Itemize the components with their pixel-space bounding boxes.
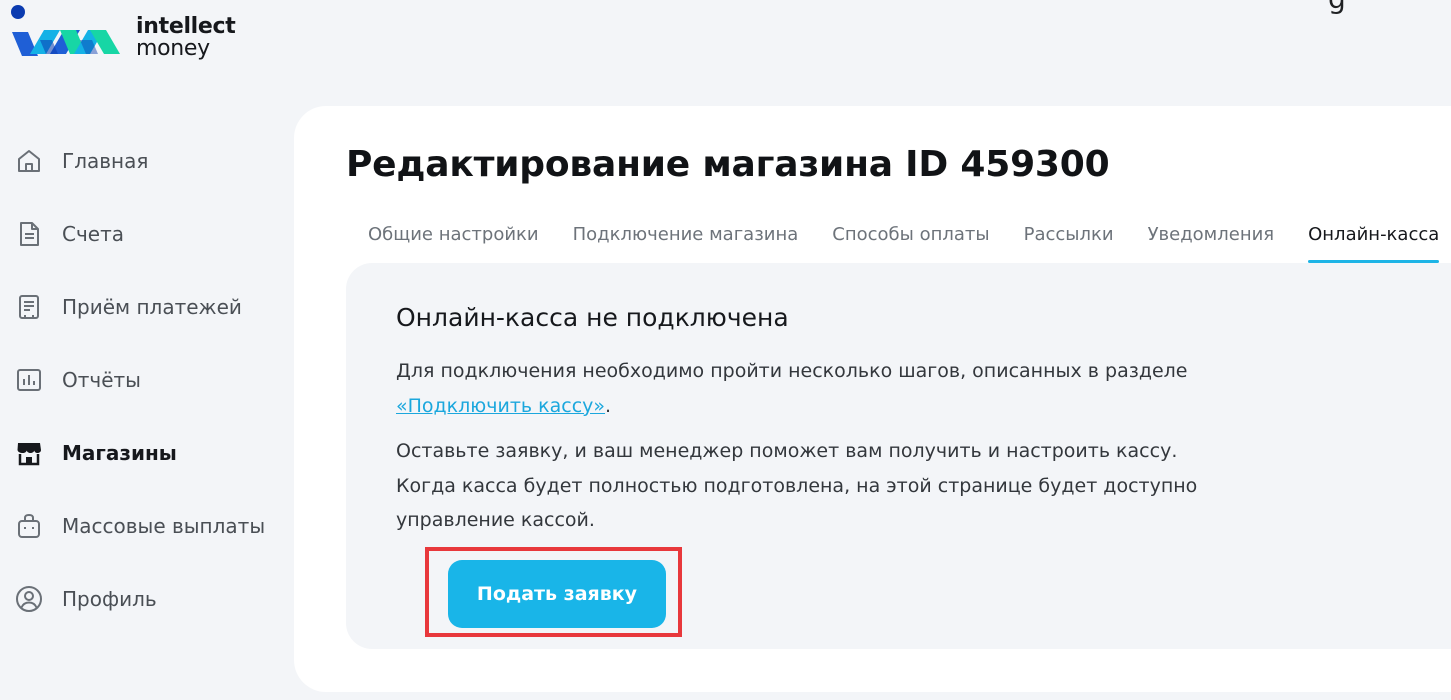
logo-line-2: money	[136, 36, 210, 61]
sidebar-item-label: Счета	[62, 221, 124, 246]
panel-title: Онлайн-касса не подключена	[396, 303, 789, 332]
logo-mark-icon	[11, 5, 120, 56]
sidebar-item-label: Профиль	[62, 586, 157, 611]
sidebar-item-reports[interactable]: Отчёты	[0, 343, 290, 416]
sidebar-item-label: Отчёты	[62, 367, 141, 392]
tab-online-cash-register[interactable]: Онлайн-касса	[1308, 224, 1440, 263]
request-line-1: Оставьте заявку, и ваш менеджер поможет …	[396, 440, 1178, 462]
tab-general-settings[interactable]: Общие настройки	[368, 224, 539, 262]
payment-terminal-icon	[14, 292, 44, 322]
page-title: Редактирование магазина ID 459300	[346, 144, 1110, 185]
sidebar-item-label: Приём платежей	[62, 294, 242, 319]
connect-register-link[interactable]: «Подключить кассу»	[396, 395, 605, 417]
sidebar: Главная Счета Приём платежей Отчёты Мага…	[0, 124, 290, 635]
instructions-period: .	[605, 394, 612, 417]
sidebar-item-label: Массовые выплаты	[62, 513, 266, 538]
document-icon	[14, 219, 44, 249]
sidebar-item-home[interactable]: Главная	[0, 124, 290, 197]
tab-notifications[interactable]: Уведомления	[1148, 224, 1275, 262]
tab-payment-methods[interactable]: Способы оплаты	[832, 224, 989, 262]
sidebar-item-stores[interactable]: Магазины	[0, 416, 290, 489]
corner-partial-glyph: g	[1328, 0, 1354, 15]
sidebar-item-profile[interactable]: Профиль	[0, 562, 290, 635]
tab-bar: Общие настройки Подключение магазина Спо…	[368, 224, 1451, 264]
tab-store-connection[interactable]: Подключение магазина	[573, 224, 799, 262]
online-cash-register-panel: Онлайн-касса не подключена Для подключен…	[346, 263, 1451, 649]
sidebar-item-invoices[interactable]: Счета	[0, 197, 290, 270]
bar-chart-icon	[14, 365, 44, 395]
sidebar-item-payments[interactable]: Приём платежей	[0, 270, 290, 343]
request-line-3: управление кассой.	[396, 509, 595, 531]
connection-instructions: Для подключения необходимо пройти нескол…	[396, 354, 1188, 423]
logo-wordmark: intellect money	[136, 16, 236, 60]
main-card: Редактирование магазина ID 459300 Общие …	[294, 106, 1451, 692]
home-icon	[14, 146, 44, 176]
instructions-text: Для подключения необходимо пройти нескол…	[396, 360, 1188, 382]
store-icon	[14, 438, 44, 468]
user-circle-icon	[14, 584, 44, 614]
submit-request-button[interactable]: Подать заявку	[448, 560, 666, 628]
sidebar-item-label: Магазины	[62, 440, 177, 465]
request-description: Оставьте заявку, и ваш менеджер поможет …	[396, 434, 1197, 538]
tab-mailings[interactable]: Рассылки	[1024, 224, 1114, 262]
request-line-2: Когда касса будет полностью подготовлена…	[396, 474, 1198, 497]
logo[interactable]: intellect money	[10, 4, 236, 68]
bag-icon	[14, 511, 44, 541]
logo-line-1: intellect	[136, 14, 236, 39]
sidebar-item-label: Главная	[62, 148, 149, 173]
sidebar-item-mass-payouts[interactable]: Массовые выплаты	[0, 489, 290, 562]
